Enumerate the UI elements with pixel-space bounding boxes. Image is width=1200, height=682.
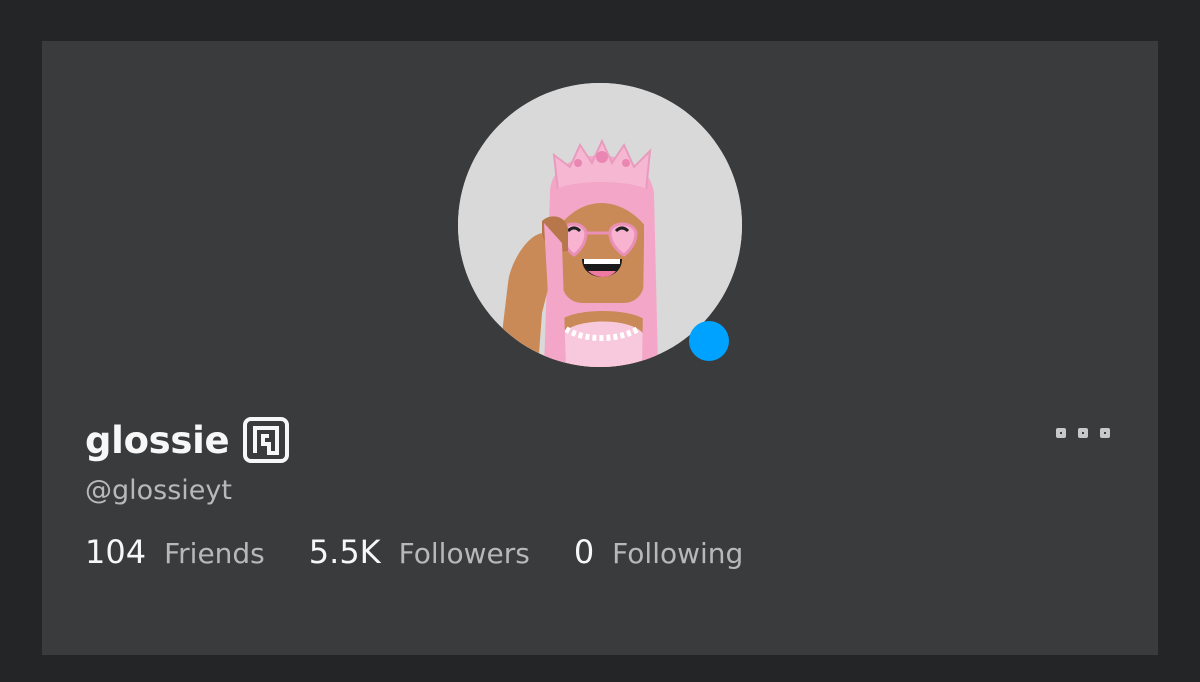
online-status-icon — [689, 321, 729, 361]
stat-friends[interactable]: 104 Friends — [85, 533, 265, 571]
followers-count: 5.5K — [308, 533, 381, 571]
username: @glossieyt — [85, 475, 232, 506]
profile-header-card: glossie @glossieyt 104 Friends 5.5K Foll… — [42, 41, 1158, 655]
following-count: 0 — [573, 533, 595, 571]
more-options-icon — [1056, 428, 1066, 438]
display-name: glossie — [85, 418, 230, 462]
followers-label: Followers — [398, 537, 530, 570]
friends-count: 104 — [85, 533, 147, 571]
social-stats: 104 Friends 5.5K Followers 0 Following — [85, 533, 787, 571]
avatar-container — [458, 83, 742, 367]
verified-badge-icon — [243, 417, 290, 463]
display-name-row: glossie — [85, 415, 290, 465]
following-label: Following — [612, 537, 744, 570]
stat-followers[interactable]: 5.5K Followers — [309, 533, 530, 571]
friends-label: Friends — [164, 537, 265, 570]
more-options-icon — [1100, 428, 1110, 438]
more-options-button[interactable] — [1056, 421, 1110, 445]
stat-following[interactable]: 0 Following — [574, 533, 744, 571]
more-options-icon — [1078, 428, 1088, 438]
